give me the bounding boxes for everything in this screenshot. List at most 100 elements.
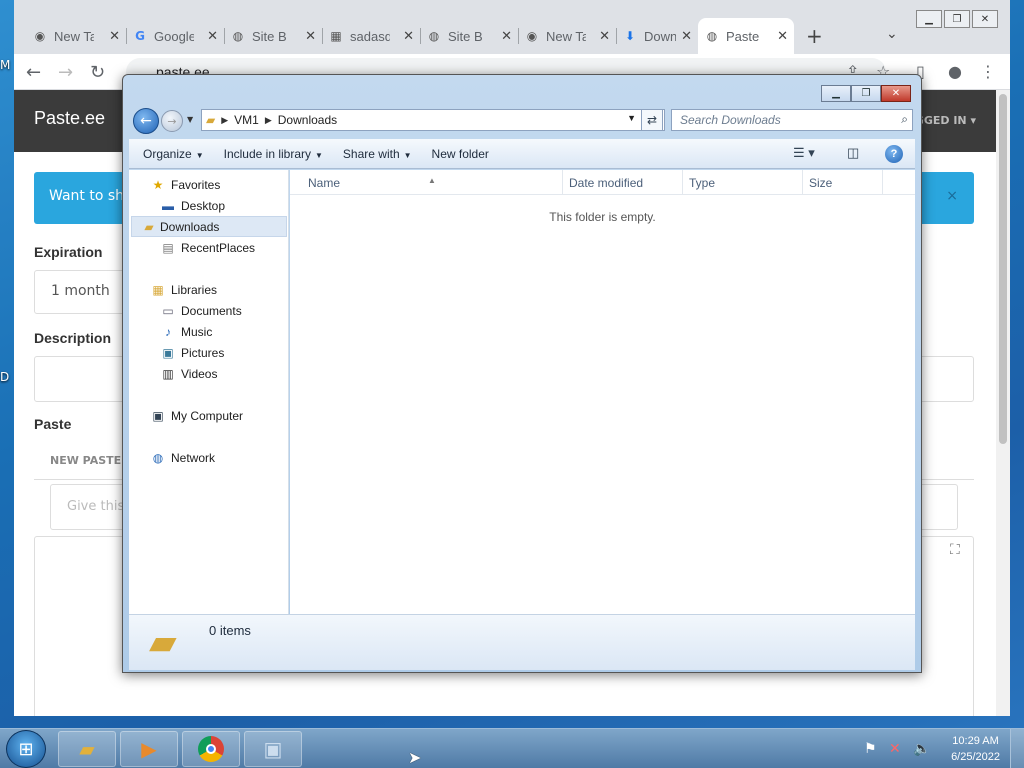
desktop-icon-label: D: [0, 370, 10, 384]
column-size[interactable]: Size: [809, 176, 832, 190]
address-bar[interactable]: ▰ ▶ VM1 ▶ Downloads ▼: [201, 109, 665, 131]
browser-tab[interactable]: ⬇ Downloads ✕: [616, 22, 698, 50]
maximize-button[interactable]: ❐: [851, 85, 881, 102]
maximize-button[interactable]: ❐: [944, 10, 970, 28]
computer-icon: ▣: [152, 408, 164, 423]
minimize-button[interactable]: ▁: [916, 10, 942, 28]
minimize-button[interactable]: ▁: [821, 85, 851, 102]
globe-icon: ◍: [706, 29, 718, 43]
address-dropdown-icon[interactable]: ▼: [627, 113, 636, 123]
back-button[interactable]: ←: [133, 108, 159, 134]
nav-network[interactable]: ◍ Network: [149, 447, 215, 468]
tab-close-icon[interactable]: ✕: [501, 29, 512, 44]
tab-close-icon[interactable]: ✕: [681, 29, 692, 44]
include-in-library-button[interactable]: Include in library ▼: [218, 147, 329, 161]
tab-close-icon[interactable]: ✕: [305, 29, 316, 44]
help-icon[interactable]: ?: [885, 145, 903, 163]
browser-tab[interactable]: ▦ sadasd ✕: [322, 22, 420, 50]
browser-tab[interactable]: ◉ New Tab ✕: [26, 22, 126, 50]
browser-tab[interactable]: ◍ Site B ✕: [224, 22, 322, 50]
videos-icon: ▥: [162, 366, 174, 381]
start-button[interactable]: ⊞: [6, 730, 46, 768]
column-date-modified[interactable]: Date modified: [569, 176, 643, 190]
browser-tab[interactable]: ◉ New Tab ✕: [518, 22, 616, 50]
site-brand[interactable]: Paste.ee: [34, 108, 105, 129]
breadcrumb-downloads[interactable]: Downloads: [278, 113, 337, 127]
back-arrow-icon[interactable]: ←: [26, 62, 41, 83]
taskbar-explorer-icon[interactable]: ▰: [58, 731, 116, 767]
preview-pane-icon[interactable]: ◫: [847, 145, 859, 161]
nav-downloads[interactable]: ▰ Downloads: [131, 216, 287, 237]
menu-dots-icon[interactable]: ⋮: [980, 62, 996, 81]
show-desktop-button[interactable]: [1010, 729, 1024, 768]
tab-close-icon[interactable]: ✕: [599, 29, 610, 44]
desktop-icon-label: M: [0, 58, 11, 72]
tab-close-icon[interactable]: ✕: [403, 29, 414, 44]
tab-search-icon[interactable]: ⌄: [886, 26, 898, 42]
close-button[interactable]: ✕: [881, 85, 911, 102]
refresh-button[interactable]: ⇄: [641, 109, 663, 131]
clock-time: 10:29 AM: [952, 735, 999, 747]
globe-icon: ◍: [428, 29, 440, 43]
nav-desktop[interactable]: ▬ Desktop: [159, 195, 225, 216]
explorer-window-controls: ▁ ❐ ✕: [821, 85, 911, 102]
nav-libraries[interactable]: ▦ Libraries: [149, 279, 217, 300]
nav-favorites[interactable]: ★ Favorites: [149, 174, 221, 195]
forward-arrow-icon[interactable]: →: [58, 62, 73, 83]
column-name[interactable]: Name: [308, 176, 340, 190]
network-status-icon[interactable]: ✕: [889, 741, 901, 757]
desktop-icon: ▬: [162, 198, 174, 213]
banner-close-icon[interactable]: ×: [946, 188, 958, 204]
tab-close-icon[interactable]: ✕: [207, 29, 218, 44]
action-center-icon[interactable]: ⚑: [864, 741, 877, 757]
taskbar-network-tool-icon[interactable]: ▣: [244, 731, 302, 767]
forward-button[interactable]: →: [161, 110, 183, 132]
details-pane: ▰ 0 items: [129, 614, 915, 670]
volume-icon[interactable]: 🔈: [913, 741, 930, 757]
breadcrumb-vm1[interactable]: VM1: [234, 113, 259, 127]
tab-close-icon[interactable]: ✕: [109, 29, 120, 44]
profile-icon[interactable]: ●: [948, 62, 962, 81]
nav-videos[interactable]: ▥ Videos: [159, 363, 217, 384]
view-options-icon[interactable]: ☰ ▾: [793, 145, 815, 161]
browser-tab[interactable]: ◍ Site B ✕: [420, 22, 518, 50]
nav-music[interactable]: ♪ Music: [159, 321, 212, 342]
nav-documents[interactable]: ▭ Documents: [159, 300, 241, 321]
close-button[interactable]: ✕: [972, 10, 998, 28]
clock[interactable]: 10:29 AM 6/25/2022: [951, 733, 1000, 765]
taskbar-chrome-icon[interactable]: [182, 731, 240, 767]
tab-label: Google: [154, 28, 194, 44]
sort-arrow-icon: ▲: [428, 176, 436, 185]
reload-icon[interactable]: ↻: [90, 62, 105, 83]
empty-folder-message: This folder is empty.: [549, 210, 656, 224]
search-placeholder: Search Downloads: [680, 113, 781, 127]
new-folder-button[interactable]: New folder: [426, 147, 495, 161]
browser-tab-active[interactable]: ◍ Paste ✕: [698, 18, 794, 54]
share-with-button[interactable]: Share with ▼: [337, 147, 418, 161]
file-list[interactable]: ▲ Name Date modified Type Size This fold…: [290, 170, 915, 614]
scroll-thumb[interactable]: [999, 94, 1007, 444]
nav-recent-places[interactable]: ▤ RecentPlaces: [159, 237, 255, 258]
fullscreen-icon[interactable]: ⛶: [950, 542, 960, 558]
expiration-value: 1 month: [51, 283, 110, 299]
nav-pictures[interactable]: ▣ Pictures: [159, 342, 224, 363]
recent-pages-chevron-icon[interactable]: ▼: [187, 115, 193, 124]
search-icon[interactable]: ⌕: [901, 112, 908, 127]
page-scrollbar[interactable]: [996, 90, 1010, 716]
new-tab-button[interactable]: +: [806, 24, 823, 48]
nav-my-computer[interactable]: ▣ My Computer: [149, 405, 243, 426]
browser-tab[interactable]: G Google ✕: [126, 22, 224, 50]
tab-close-icon[interactable]: ✕: [777, 29, 788, 44]
command-bar: Organize ▼ Include in library ▼ Share with…: [129, 139, 915, 169]
search-input[interactable]: Search Downloads ⌕: [671, 109, 913, 131]
music-icon: ♪: [165, 324, 171, 339]
organize-button[interactable]: Organize ▼: [137, 147, 210, 161]
documents-icon: ▭: [162, 303, 174, 318]
paste-title-placeholder: Give this: [67, 499, 125, 514]
tab-label: Paste: [726, 28, 760, 44]
taskbar-media-player-icon[interactable]: ▶: [120, 731, 178, 767]
chrome-icon: ◉: [34, 29, 46, 43]
chrome-icon: ◉: [526, 29, 538, 43]
tab-new-paste[interactable]: NEW PASTE 1: [50, 454, 133, 467]
column-type[interactable]: Type: [689, 176, 715, 190]
